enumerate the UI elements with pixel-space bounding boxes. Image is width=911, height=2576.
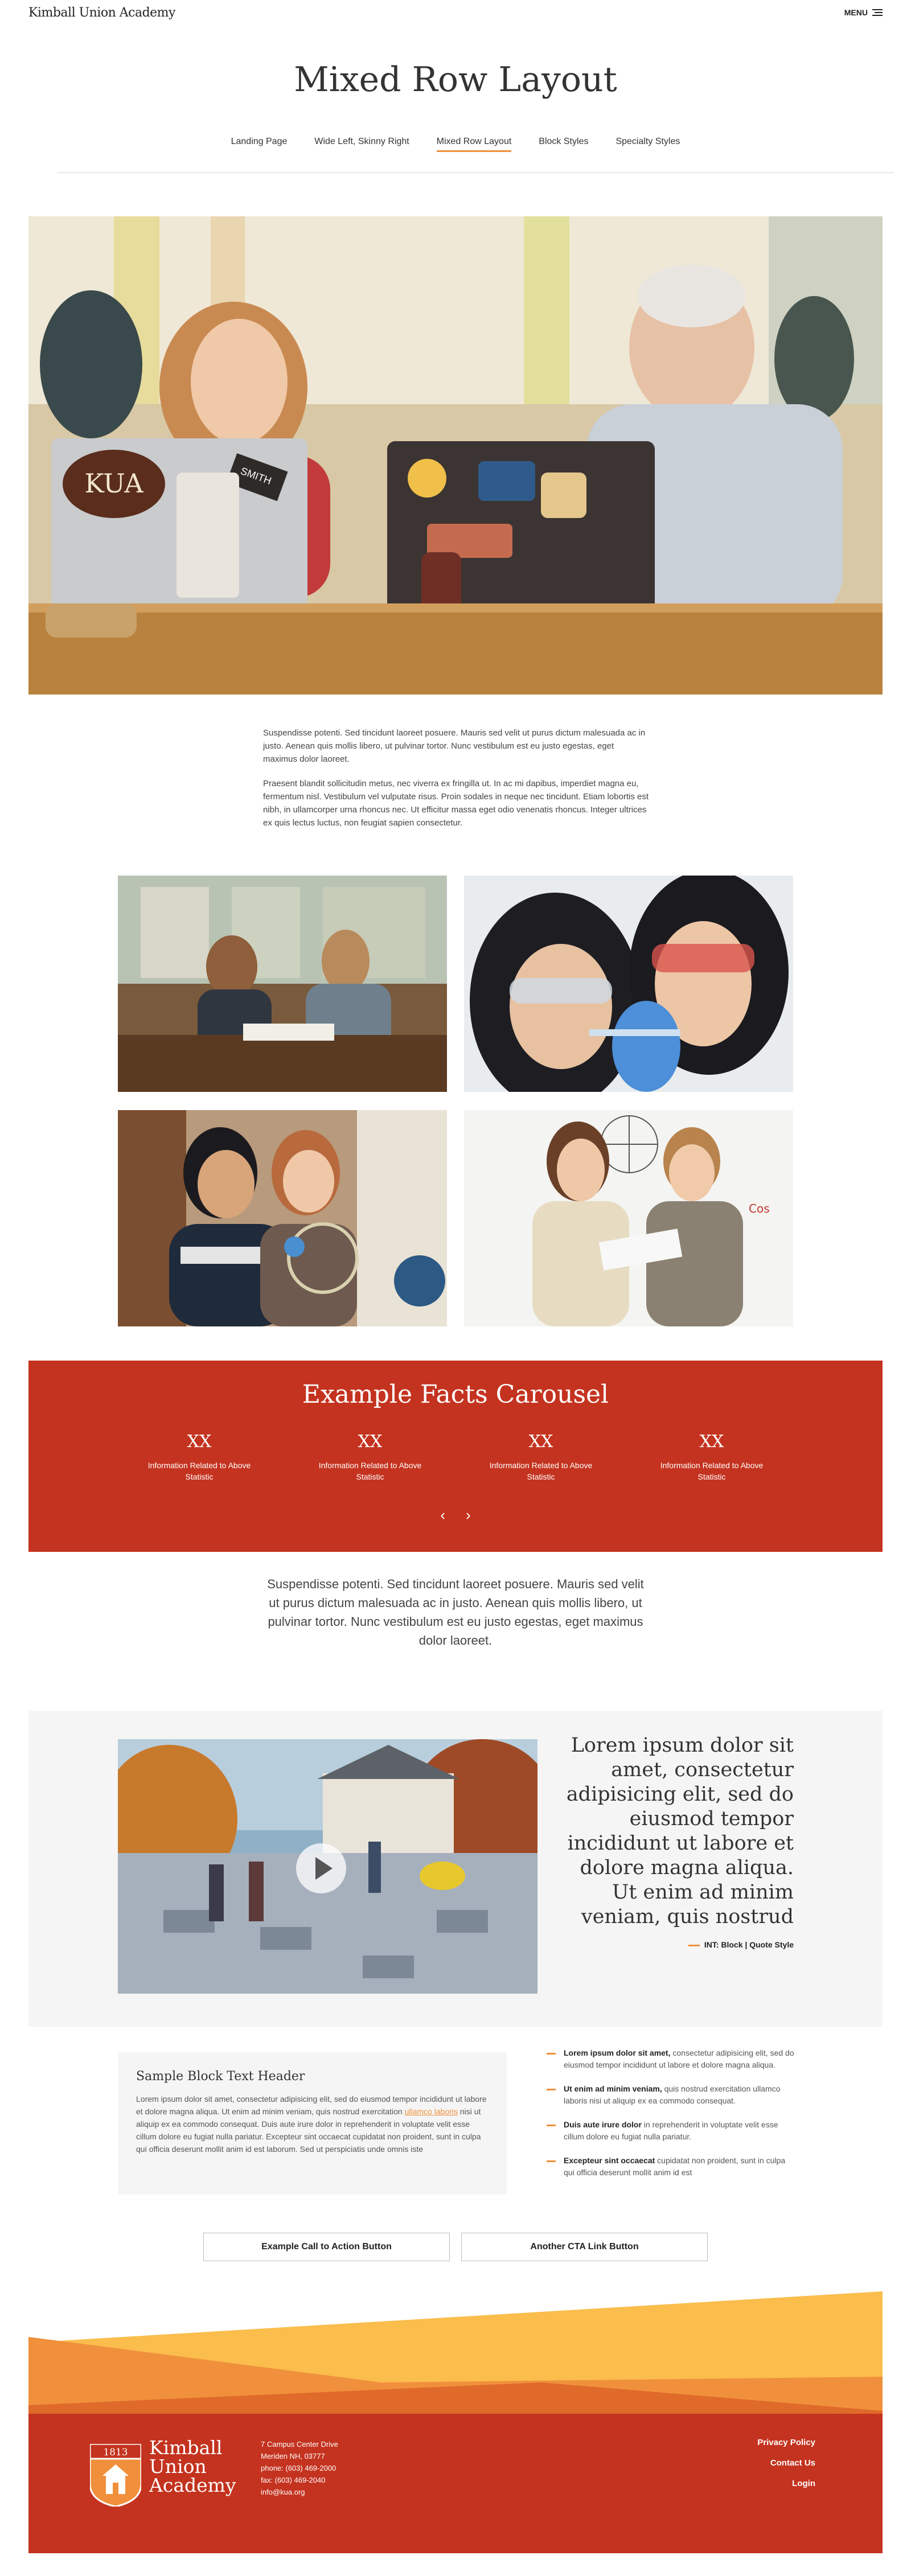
chevron-right-icon[interactable]: › [466,1507,471,1522]
list-item-bold: Ut enim ad minim veniam, [564,2084,662,2093]
list-item-bold: Duis aute irure dolor [564,2120,642,2129]
list-item: Duis aute irure dolor in reprehenderit i… [547,2119,797,2143]
sample-block-body: Lorem ipsum dolor sit amet, consectetur … [136,2093,489,2155]
page-title: Mixed Row Layout [294,60,617,100]
footer-link-privacy[interactable]: Privacy Policy [757,2438,815,2447]
subnav-mixed-row-layout[interactable]: Mixed Row Layout [436,137,512,152]
footer-link-login[interactable]: Login [757,2479,815,2488]
play-icon[interactable] [296,1843,346,1893]
menu-button[interactable]: MENU [844,8,883,17]
list-item-bold: Excepteur sint occaecat [564,2156,655,2165]
footer-name-line: Kimball [149,2437,223,2459]
fact-item: XX Information Related to Above Statisti… [285,1432,456,1482]
bullet-list: Lorem ipsum dolor sit amet, consectetur … [547,2047,797,2191]
footer-logo-text[interactable]: Kimball Union Academy [149,2438,236,2495]
list-item: Lorem ipsum dolor sit amet, consectetur … [547,2047,797,2071]
hero-kua-sticker: KUA [84,468,143,499]
pull-quote: Lorem ipsum dolor sit amet, consectetur … [566,1734,794,1928]
sample-text-block: Sample Block Text Header Lorem ipsum dol… [118,2052,507,2195]
footer-address: 7 Campus Center Drive Meriden NH, 03777 … [261,2438,338,2498]
intro-paragraph-2: Praesent blandit sollicitudin metus, nec… [263,779,649,828]
sub-navigation: Landing Page Wide Left, Skinny Right Mix… [0,137,911,152]
site-header: Kimball Union Academy MENU [0,0,911,28]
quote-citation: INT: Block | Quote Style [564,1940,794,1949]
footer-links: Privacy Policy Contact Us Login [757,2438,815,2499]
fact-value: XX [187,1432,212,1452]
fact-item: XX Information Related to Above Statisti… [114,1432,285,1482]
photo-lab-goggles [464,876,793,1092]
svg-text:Cos: Cos [749,1202,770,1215]
fact-label: Information Related to Above Statistic [489,1461,593,1481]
cta-row: Example Call to Action Button Another CT… [0,2233,911,2261]
footer-background [28,2291,883,2553]
carousel-controls: ‹ › [28,1507,883,1522]
lead-paragraph: Suspendisse potenti. Sed tincidunt laore… [267,1577,644,1648]
quote-cite-text: INT: Block | Quote Style [704,1940,794,1949]
fact-label: Information Related to Above Statistic [318,1461,422,1481]
crest-year: 1813 [103,2447,128,2458]
hero-image: KUA SMITH [28,216,883,695]
fact-label: Information Related to Above Statistic [660,1461,764,1481]
subnav-divider [57,172,894,173]
footer-link-contact[interactable]: Contact Us [757,2458,815,2468]
list-item-bold: Lorem ipsum dolor sit amet, [564,2048,671,2057]
photo-molecule-model [118,1110,447,1326]
subnav-specialty-styles[interactable]: Specialty Styles [615,137,680,152]
facts-carousel: Example Facts Carousel XX Information Re… [28,1361,883,1552]
photo-students-reading [118,876,447,1092]
facts-stats-row: XX Information Related to Above Statisti… [114,1432,797,1482]
cite-dash [688,1944,700,1946]
facts-carousel-title: Example Facts Carousel [302,1380,609,1409]
footer-name-line: Academy [149,2474,236,2496]
chevron-left-icon[interactable]: ‹ [440,1507,445,1522]
menu-label: MENU [844,8,868,17]
sample-body-link[interactable]: ullamco laboris [405,2107,458,2116]
photo-whiteboard-students: Cos [464,1110,793,1326]
site-footer [28,2291,883,2553]
footer-fax: fax: (603) 469-2040 [261,2476,326,2484]
footer-name-line: Union [149,2455,207,2478]
cta-primary-button[interactable]: Example Call to Action Button [203,2233,450,2261]
intro-paragraph-1: Suspendisse potenti. Sed tincidunt laore… [263,728,646,764]
fact-item: XX Information Related to Above Statisti… [626,1432,797,1482]
intro-text: Suspendisse potenti. Sed tincidunt laore… [263,726,650,841]
kua-crest-icon: 1813 [90,2444,141,2507]
footer-email[interactable]: info@kua.org [261,2486,338,2498]
footer-address-line: Meriden NH, 03777 [261,2452,325,2460]
cta-secondary-button[interactable]: Another CTA Link Button [461,2233,708,2261]
site-logo[interactable]: Kimball Union Academy [28,6,175,20]
list-item: Ut enim ad minim veniam, quis nostrud ex… [547,2083,797,2107]
fact-item: XX Information Related to Above Statisti… [456,1432,626,1482]
fact-value: XX [358,1432,383,1452]
fact-value: XX [528,1432,553,1452]
footer-address-line: 7 Campus Center Drive [261,2440,338,2448]
list-item: Excepteur sint occaecat cupidatat non pr… [547,2155,797,2179]
subnav-block-styles[interactable]: Block Styles [539,137,588,152]
page: Kimball Union Academy MENU Mixed Row Lay… [0,0,911,2576]
fact-label: Information Related to Above Statistic [147,1461,251,1481]
fact-value: XX [699,1432,724,1452]
subnav-wide-left[interactable]: Wide Left, Skinny Right [314,137,409,152]
footer-phone: phone: (603) 469-2000 [261,2464,337,2472]
hamburger-icon [872,9,883,17]
subnav-landing-page[interactable]: Landing Page [231,137,288,152]
sample-block-title: Sample Block Text Header [136,2069,305,2084]
